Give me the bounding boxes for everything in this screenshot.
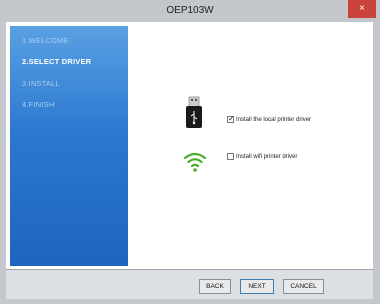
installer-window: OEP103W × 1.WELCOME 2.SELECT DRIVER 3.IN…	[0, 0, 380, 304]
steps-sidebar: 1.WELCOME 2.SELECT DRIVER 3.INSTALL 4.FI…	[10, 26, 128, 266]
wifi-icon	[183, 152, 207, 172]
back-button[interactable]: BACK	[199, 279, 231, 294]
step-select-driver: 2.SELECT DRIVER	[22, 57, 92, 66]
wifi-driver-checkbox[interactable]	[227, 153, 234, 160]
option-wifi-driver[interactable]: Install wifi printer driver	[227, 153, 297, 160]
title-bar[interactable]: OEP103W ×	[0, 0, 380, 22]
cancel-button[interactable]: CANCEL	[283, 279, 324, 294]
local-driver-checkbox[interactable]	[227, 114, 235, 123]
close-icon: ×	[359, 3, 365, 14]
option-local-driver[interactable]: Install the local printer driver	[227, 114, 312, 123]
close-button[interactable]: ×	[348, 0, 376, 18]
window-title: OEP103W	[166, 5, 214, 16]
wifi-driver-label: Install wifi printer driver	[236, 153, 298, 160]
next-button[interactable]: NEXT	[240, 279, 274, 294]
usb-drive-icon	[186, 96, 202, 128]
step-finish: 4.FINISH	[22, 100, 55, 109]
step-welcome: 1.WELCOME	[22, 36, 69, 45]
local-driver-label: Install the local printer driver	[236, 116, 312, 123]
step-install: 3.INSTALL	[22, 79, 60, 88]
